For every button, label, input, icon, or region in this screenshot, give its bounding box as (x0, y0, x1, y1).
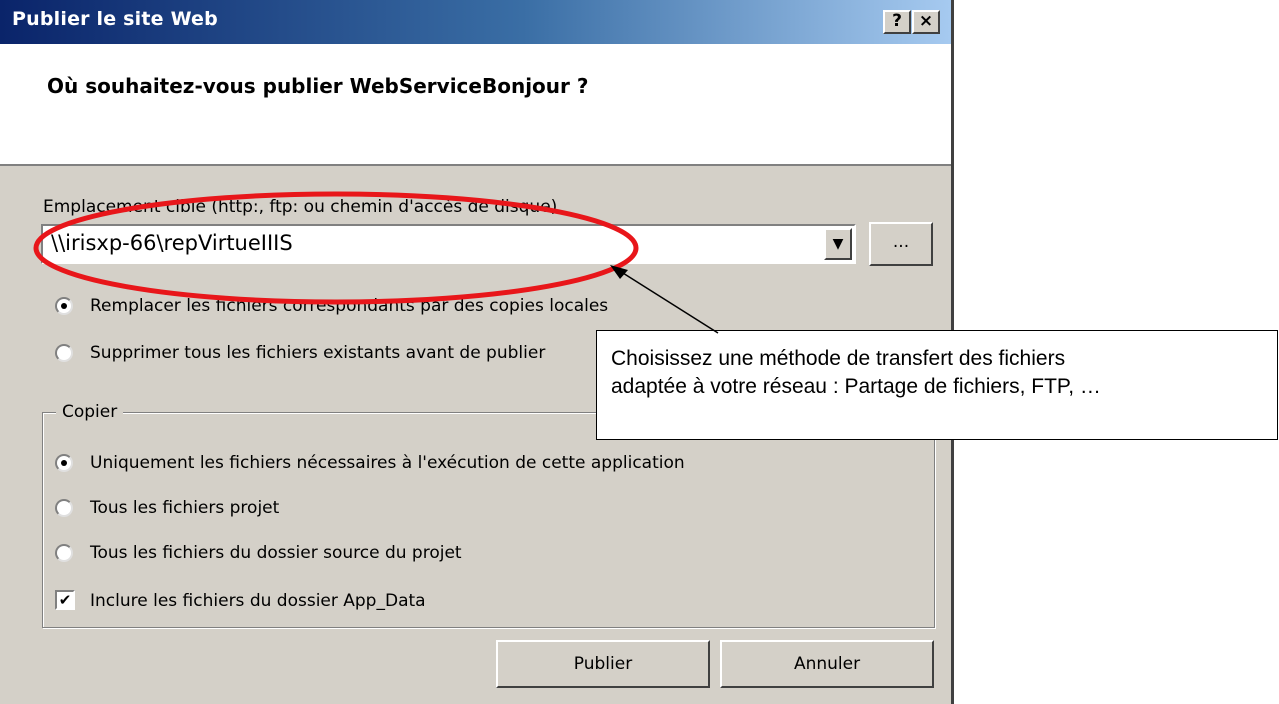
highlight-ellipse (33, 191, 639, 305)
callout-pointer-line (614, 267, 719, 334)
annotation-overlay (33, 191, 719, 334)
